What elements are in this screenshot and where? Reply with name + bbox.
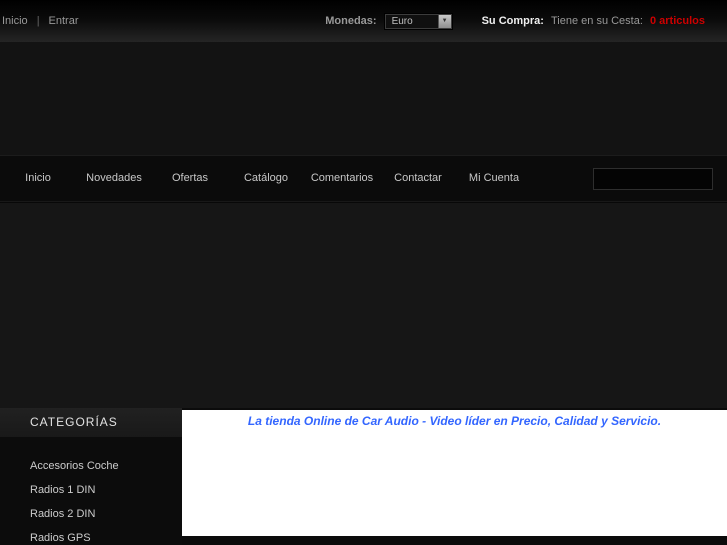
currency-selected-value: Euro [391,15,413,27]
storefront-page: Inicio | Entrar Monedas: Euro ▼ Su Compr… [0,0,727,545]
nav-item-comentarios[interactable]: Comentarios [304,156,380,201]
cart-count: 0 articulos [649,15,705,27]
search-input[interactable] [593,167,713,190]
cart-status: Su Compra: Tiene en su Cesta: 0 articulo… [482,15,705,27]
cart-text: Tiene en su Cesta: [550,15,643,27]
topbar-link-inicio[interactable]: Inicio [2,15,28,27]
content-row: CATEGORÍAS Accesorios Coche Radios 1 DIN… [0,408,727,545]
nav-item-mi-cuenta[interactable]: Mi Cuenta [456,156,532,201]
sidebar-item-radios-gps[interactable]: Radios GPS [0,526,182,545]
sidebar-title: CATEGORÍAS [0,408,182,437]
cart-label: Su Compra: [481,15,544,27]
nav-item-novedades[interactable]: Novedades [76,156,152,201]
main-nav: Inicio Novedades Ofertas Catálogo Coment… [0,155,727,202]
topbar: Inicio | Entrar Monedas: Euro ▼ Su Compr… [0,0,727,42]
banner-area [0,202,727,408]
nav-item-contactar[interactable]: Contactar [380,156,456,201]
category-list: Accesorios Coche Radios 1 DIN Radios 2 D… [0,454,182,545]
topbar-separator: | [36,15,40,27]
chevron-down-icon: ▼ [437,14,451,28]
nav-item-inicio[interactable]: Inicio [0,156,76,201]
nav-item-catalogo[interactable]: Catálogo [228,156,304,201]
sidebar-item-accesorios-coche[interactable]: Accesorios Coche [0,454,182,478]
topbar-link-entrar[interactable]: Entrar [49,15,79,27]
header-logo-area [0,42,727,155]
store-tagline: La tienda Online de Car Audio - Video lí… [247,414,662,428]
sidebar-item-radios-2-din[interactable]: Radios 2 DIN [0,502,182,526]
currency-label: Monedas: [325,15,377,27]
main-content: La tienda Online de Car Audio - Video lí… [182,410,727,536]
nav-item-ofertas[interactable]: Ofertas [152,156,228,201]
sidebar-categories: CATEGORÍAS Accesorios Coche Radios 1 DIN… [0,408,182,545]
sidebar-item-radios-1-din[interactable]: Radios 1 DIN [0,478,182,502]
currency-select[interactable]: Euro ▼ [384,13,452,29]
